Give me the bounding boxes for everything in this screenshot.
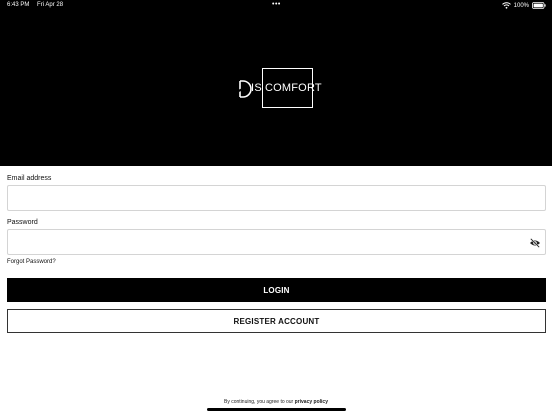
home-indicator[interactable]: [207, 408, 346, 411]
login-button[interactable]: LOGIN: [7, 278, 546, 302]
terms-footer: By continuing, you agree to our privacy …: [0, 399, 552, 405]
privacy-policy-link[interactable]: privacy policy: [295, 399, 328, 405]
password-label: Password: [7, 219, 38, 226]
wifi-icon: [501, 2, 511, 9]
status-bar: 6:43 PM Fri Apr 28 ••• 100%: [0, 0, 552, 11]
status-time: 6:43 PM: [7, 2, 30, 8]
status-date: Fri Apr 28: [37, 2, 64, 8]
battery-percent: 100%: [513, 2, 529, 9]
status-left: 6:43 PM Fri Apr 28: [7, 2, 63, 8]
forgot-password-link[interactable]: Forgot Password?: [7, 259, 56, 265]
footer-text: By continuing, you agree to our: [224, 399, 294, 405]
email-field[interactable]: [7, 185, 546, 211]
register-account-button[interactable]: REGISTER ACCOUNT: [7, 309, 546, 333]
brand-logo: IS COMFORT: [237, 68, 322, 108]
logo-text-comfort: COMFORT: [265, 82, 322, 94]
status-right: 100%: [501, 2, 546, 9]
multitasking-dots[interactable]: •••: [272, 1, 281, 8]
battery-icon: [532, 2, 546, 9]
password-field[interactable]: [7, 229, 546, 255]
logo-text-dis: IS: [251, 82, 262, 94]
email-label: Email address: [7, 175, 52, 182]
hero-banner: 6:43 PM Fri Apr 28 ••• 100% IS COMFORT: [0, 0, 552, 166]
eye-off-icon[interactable]: [529, 236, 541, 248]
